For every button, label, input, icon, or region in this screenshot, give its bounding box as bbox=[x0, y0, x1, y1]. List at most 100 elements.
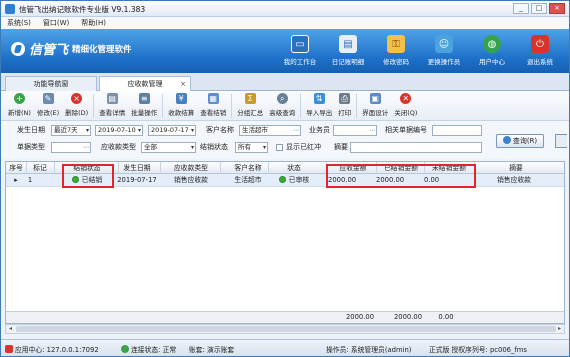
collapsed-panel-button[interactable] bbox=[555, 134, 567, 148]
settle-status-select[interactable]: 所有 ▾ bbox=[235, 142, 268, 153]
app-icon bbox=[5, 4, 15, 14]
tab-receivables[interactable]: 应收款管理 × bbox=[99, 76, 191, 92]
app-center-text: 应用中心: 127.0.0.1:7092 bbox=[15, 346, 99, 354]
cell-no: 1 bbox=[27, 176, 33, 184]
status-connection: 连接状态: 正常 bbox=[121, 344, 176, 354]
doc-type-label: 单据类型 bbox=[17, 143, 45, 151]
clerk-input[interactable]: ⋯ bbox=[333, 125, 377, 136]
delete-button[interactable]: × 删除(D) bbox=[62, 91, 91, 121]
doc-no-input[interactable] bbox=[432, 125, 482, 136]
total-amount: 2000.00 bbox=[345, 313, 375, 321]
menu-help[interactable]: 帮助(H) bbox=[81, 17, 106, 29]
view-detail-button[interactable]: ▤ 查看详情 bbox=[96, 91, 128, 121]
window-title: 信管飞出纳记账软件专业版 V9.1.383 bbox=[19, 5, 146, 14]
delete-icon: × bbox=[71, 93, 83, 104]
date-to-input[interactable]: 2019-07-17 ▾ bbox=[148, 125, 196, 136]
chevron-down-icon: ▾ bbox=[190, 144, 194, 151]
nav-exit-system-label: 退出系统 bbox=[527, 58, 553, 66]
close-button[interactable]: ✕ 关闭(Q) bbox=[391, 91, 420, 121]
advanced-search-icon: ⌕ bbox=[276, 93, 288, 104]
tab-close-icon[interactable]: × bbox=[180, 77, 186, 91]
ui-design-button[interactable]: ▣ 界面设计 bbox=[359, 91, 391, 121]
view-settle-button[interactable]: ▦ 查看结销 bbox=[197, 91, 229, 121]
nav-change-password[interactable]: ⚿ 修改密码 bbox=[373, 33, 419, 71]
doc-type-input[interactable]: ⋯ bbox=[51, 142, 91, 153]
connection-icon bbox=[121, 345, 129, 353]
date-label: 发生日期 bbox=[17, 126, 45, 134]
top-nav: ▭ 我的工作台 ▤ 日记账明细 ⚿ 修改密码 ☺ 更换操作员 ◍ 用户中心 ⏻ … bbox=[277, 33, 563, 71]
ar-type-value: 全部 bbox=[144, 143, 157, 151]
close-window-button[interactable]: × bbox=[549, 3, 565, 14]
col-header-ar-type[interactable]: 应收款类型 bbox=[160, 162, 222, 174]
show-red-checkbox[interactable] bbox=[276, 144, 283, 151]
col-header-no[interactable]: 序号 bbox=[6, 162, 26, 174]
menu-system[interactable]: 系统(S) bbox=[7, 17, 31, 29]
monitor-icon: ▭ bbox=[291, 35, 309, 53]
col-header-summary[interactable]: 摘要 bbox=[496, 162, 536, 174]
col-header-status[interactable]: 状态 bbox=[268, 162, 320, 174]
batch-operation-label: 批量操作 bbox=[131, 109, 158, 117]
nav-switch-operator[interactable]: ☺ 更换操作员 bbox=[421, 33, 467, 71]
ar-type-select[interactable]: 全部 ▾ bbox=[141, 142, 196, 153]
nav-exit-system[interactable]: ⏻ 退出系统 bbox=[517, 33, 563, 71]
tab-function-nav[interactable]: 功能导航窗 bbox=[5, 76, 97, 91]
title-bar: 信管飞出纳记账软件专业版 V9.1.383 _ □ × bbox=[1, 1, 569, 17]
scroll-left-icon[interactable]: ◂ bbox=[6, 325, 15, 333]
view-settle-icon: ▦ bbox=[207, 93, 219, 104]
import-export-button[interactable]: ⇅ 导入导出 bbox=[303, 91, 335, 121]
toolbar-separator bbox=[356, 94, 358, 118]
logo: 信管飞 精细化管理软件 bbox=[11, 39, 132, 58]
chevron-down-icon: ▾ bbox=[85, 127, 89, 134]
add-button-label: 新增(N) bbox=[8, 109, 31, 117]
edit-button[interactable]: ✎ 修改(E) bbox=[34, 91, 62, 121]
chevron-down-icon: ▾ bbox=[262, 144, 266, 151]
minimize-button[interactable]: _ bbox=[513, 3, 529, 14]
maximize-button[interactable]: □ bbox=[531, 3, 547, 14]
add-icon: + bbox=[13, 93, 25, 104]
delete-button-label: 删除(D) bbox=[65, 109, 89, 117]
toolbar: + 新增(N) ✎ 修改(E) × 删除(D) ▤ 查看详情 ≡ 批量操作 ¥ 收款结算 ▦… bbox=[1, 91, 569, 121]
col-header-mark[interactable]: 标记 bbox=[26, 162, 54, 174]
nav-user-center-label: 用户中心 bbox=[479, 58, 505, 66]
advanced-search-label: 高级查询 bbox=[269, 109, 296, 117]
view-settle-label: 查看结销 bbox=[200, 109, 227, 117]
nav-workbench[interactable]: ▭ 我的工作台 bbox=[277, 33, 323, 71]
chevron-down-icon: ▾ bbox=[137, 127, 141, 134]
customer-input[interactable]: 生活超市 ⋯ bbox=[239, 125, 301, 136]
scrollbar-thumb[interactable] bbox=[16, 326, 556, 332]
date-from-input[interactable]: 2019-07-10 ▾ bbox=[95, 125, 143, 136]
scroll-right-icon[interactable]: ▸ bbox=[555, 325, 564, 333]
summary-input[interactable] bbox=[350, 142, 482, 153]
batch-operation-button[interactable]: ≡ 批量操作 bbox=[128, 91, 160, 121]
close-circle-icon: ✕ bbox=[400, 93, 412, 104]
cell-ar-type: 销售应收款 bbox=[174, 176, 208, 184]
ellipsis-icon: ⋯ bbox=[293, 127, 299, 134]
col-header-date[interactable]: 发生日期 bbox=[112, 162, 162, 174]
query-button-label: 查询(R) bbox=[512, 137, 538, 145]
query-button[interactable]: 查询(R) bbox=[496, 134, 544, 148]
add-button[interactable]: + 新增(N) bbox=[5, 91, 34, 121]
nav-user-center[interactable]: ◍ 用户中心 bbox=[469, 33, 515, 71]
group-sum-icon: Σ bbox=[244, 93, 256, 104]
summary-label: 摘要 bbox=[334, 143, 348, 151]
advanced-search-button[interactable]: ⌕ 高级查询 bbox=[266, 91, 298, 121]
show-red-label: 显示已红冲 bbox=[286, 143, 321, 151]
date-range-select[interactable]: 最近7天 ▾ bbox=[51, 125, 91, 136]
password-icon: ⚿ bbox=[387, 35, 405, 53]
cell-status: 已审核 bbox=[268, 174, 320, 187]
settle-button[interactable]: ¥ 收款结算 bbox=[165, 91, 197, 121]
print-button[interactable]: ⎙ 打印 bbox=[335, 91, 354, 121]
toolbar-separator bbox=[300, 94, 302, 118]
nav-journal-detail[interactable]: ▤ 日记账明细 bbox=[325, 33, 371, 71]
horizontal-scrollbar[interactable]: ◂ ▸ bbox=[5, 324, 565, 334]
group-summary-button[interactable]: Σ 分组汇总 bbox=[234, 91, 266, 121]
clerk-label: 业务员 bbox=[309, 126, 330, 134]
doc-no-label: 相关单据编号 bbox=[385, 126, 427, 134]
settle-status-label: 结销状态 bbox=[200, 143, 228, 151]
connection-text: 连接状态: 正常 bbox=[131, 346, 177, 354]
status-license: 正式版 授权序列号: pc006_fms bbox=[429, 346, 527, 354]
batch-icon: ≡ bbox=[138, 93, 150, 104]
menu-window[interactable]: 窗口(W) bbox=[43, 17, 69, 29]
switch-user-icon: ☺ bbox=[435, 35, 453, 53]
cell-status-text: 已审核 bbox=[288, 176, 310, 184]
